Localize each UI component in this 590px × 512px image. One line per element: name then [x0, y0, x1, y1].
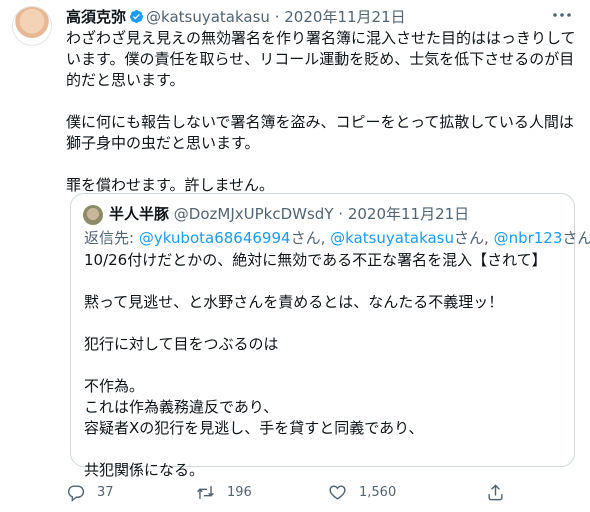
quote-line: これは作為義務違反であり、 — [84, 398, 279, 416]
header-separator: · — [274, 8, 280, 26]
tweet-actions: 37 196 1,560 — [66, 480, 586, 504]
author-handle[interactable]: @katsuyatakasu — [146, 8, 270, 26]
reply-count: 37 — [97, 484, 114, 500]
tweet-date[interactable]: 2020年11月21日 — [284, 8, 405, 26]
tweet-paragraph: 僕に何にも報告しないで署名簿を盗み、コピーをとって拡散している人間は獅子身中の虫… — [66, 113, 574, 152]
like-icon — [329, 484, 346, 500]
author-name[interactable]: 高須克弥 — [66, 8, 126, 26]
quote-line: 犯行に対して目をつぶるのは — [84, 335, 279, 353]
quote-author-handle: @DozMJxUPkcDWsdY — [173, 205, 334, 223]
reply-join: さん, — [290, 229, 331, 247]
quote-tweet-card[interactable]: 半人半豚 @DozMJxUPkcDWsdY · 2020年11月21日 返信先:… — [70, 193, 590, 479]
retweet-icon — [197, 485, 214, 499]
reply-join: さん, — [454, 229, 494, 247]
quote-line: 共犯関係になる。 — [84, 461, 205, 479]
quote-line: 黙って見逃せ、と水野さんを責めるとは、なんたる不義理ッ！ — [84, 293, 504, 311]
quote-header-separator: · — [338, 205, 344, 223]
more-icon[interactable] — [550, 3, 574, 27]
retweet-button[interactable]: 196 — [196, 480, 252, 504]
reply-mention[interactable]: @nbr123 — [494, 229, 563, 247]
quote-line: 容疑者Xの犯行を見逃し、手を貸すと同義であり、 — [84, 419, 424, 437]
quote-line: 10/26付けだとかの、絶対に無効である不正な署名を混入【されて】 — [84, 251, 547, 269]
reply-button[interactable]: 37 — [66, 480, 114, 504]
verified-badge-icon — [129, 9, 144, 24]
tweet-paragraph: わざわざ見え見えの無効署名を作り署名簿に混入させた目的ははっきりしています。僕の… — [66, 29, 576, 89]
reply-prefix: 返信先: — [84, 229, 139, 247]
retweet-count: 196 — [227, 484, 252, 500]
reply-suffix: さん — [562, 229, 590, 247]
quote-header: 半人半豚 @DozMJxUPkcDWsdY · 2020年11月21日 — [109, 204, 469, 224]
tweet-text: わざわざ見え見えの無効署名を作り署名簿に混入させた目的ははっきりしています。僕の… — [66, 28, 576, 196]
quote-line: 不作為。 — [84, 377, 145, 395]
author-avatar[interactable] — [12, 6, 52, 46]
like-button[interactable]: 1,560 — [328, 480, 396, 504]
share-button[interactable] — [486, 480, 505, 504]
quote-date: 2020年11月21日 — [347, 205, 470, 223]
share-icon — [488, 483, 503, 500]
like-count: 1,560 — [359, 484, 397, 500]
quote-author-name: 半人半豚 — [109, 205, 170, 223]
quote-reply-context: 返信先: @ykubota68646994さん, @katsuyatakasuさ… — [84, 228, 590, 248]
reply-icon — [67, 484, 85, 502]
quote-author-avatar — [83, 205, 103, 225]
quote-text: 10/26付けだとかの、絶対に無効である不正な署名を混入【されて】 黙って見逃せ… — [84, 250, 564, 481]
reply-mention[interactable]: @ykubota68646994 — [139, 229, 291, 247]
tweet-header: 高須克弥 @katsuyatakasu · 2020年11月21日 — [66, 7, 574, 27]
reply-mention[interactable]: @katsuyatakasu — [330, 229, 454, 247]
